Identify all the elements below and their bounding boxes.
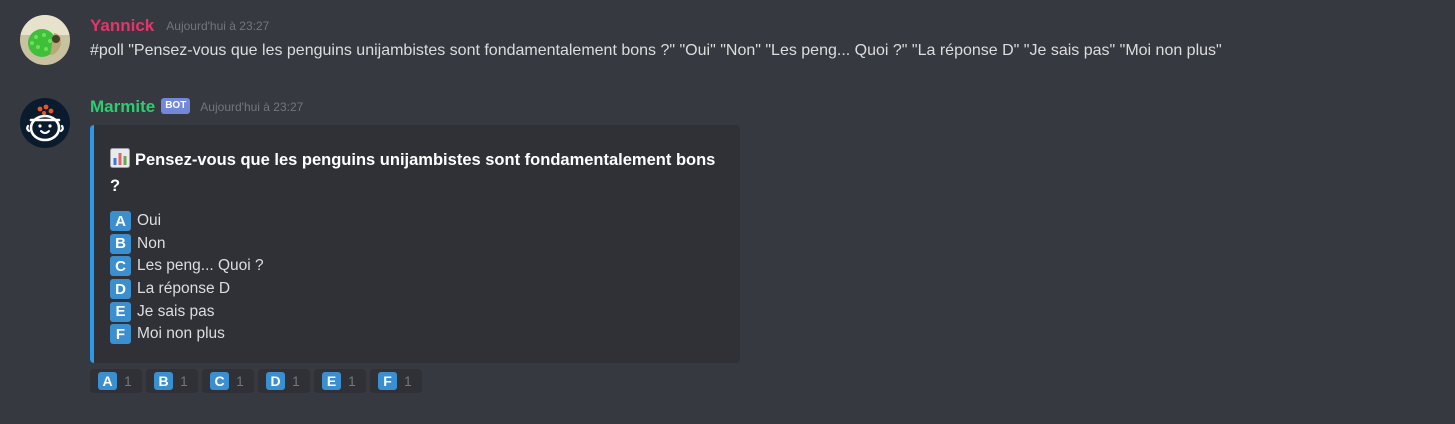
poll-option-b: B Non xyxy=(110,233,264,256)
username[interactable]: Marmite xyxy=(90,97,155,117)
option-label: Non xyxy=(137,234,166,252)
reaction-count: 1 xyxy=(124,373,132,389)
reaction-e[interactable]: E 1 xyxy=(314,369,366,393)
letter-b-icon: B xyxy=(110,233,131,254)
message-header: Marmite BOT Aujourd'hui à 23:27 xyxy=(90,96,303,118)
letter-e-icon: E xyxy=(322,372,341,390)
username[interactable]: Yannick xyxy=(90,16,154,36)
reaction-a[interactable]: A 1 xyxy=(90,369,142,393)
reaction-count: 1 xyxy=(236,373,244,389)
avatar-image xyxy=(20,98,70,148)
poll-option-d: D La réponse D xyxy=(110,278,264,301)
letter-c-icon: C xyxy=(210,372,229,390)
reaction-f[interactable]: F 1 xyxy=(370,369,422,393)
letter-b-icon: B xyxy=(154,372,173,390)
reaction-count: 1 xyxy=(180,373,188,389)
poll-title-text: Pensez-vous que les penguins unijambiste… xyxy=(110,151,716,195)
letter-f-icon: F xyxy=(378,372,397,390)
option-label: Oui xyxy=(137,212,162,230)
poll-options: A Oui B Non C Les peng... Quoi ? D La ré… xyxy=(110,210,264,346)
reaction-d[interactable]: D 1 xyxy=(258,369,310,393)
avatar[interactable] xyxy=(20,98,70,148)
letter-a-icon: A xyxy=(110,211,131,232)
letter-c-icon: C xyxy=(110,256,131,277)
avatar[interactable] xyxy=(20,15,70,65)
bar-chart-icon xyxy=(110,148,130,168)
letter-e-icon: E xyxy=(110,301,131,322)
message-marmite: Marmite BOT Aujourd'hui à 23:27 Pensez-v… xyxy=(0,84,1455,424)
letter-a-icon: A xyxy=(98,372,117,390)
reactions-bar: A 1 B 1 C 1 D 1 E 1 F 1 xyxy=(90,369,426,393)
poll-option-e: E Je sais pas xyxy=(110,300,264,323)
timestamp: Aujourd'hui à 23:27 xyxy=(166,19,270,33)
reaction-count: 1 xyxy=(292,373,300,389)
option-label: Moi non plus xyxy=(137,325,225,343)
chat-messages: Yannick Aujourd'hui à 23:27 #poll "Pense… xyxy=(0,0,1455,424)
option-label: La réponse D xyxy=(137,280,231,298)
reaction-b[interactable]: B 1 xyxy=(146,369,198,393)
poll-option-f: F Moi non plus xyxy=(110,323,264,346)
reaction-count: 1 xyxy=(348,373,356,389)
option-label: Les peng... Quoi ? xyxy=(137,257,264,275)
poll-embed: Pensez-vous que les penguins unijambiste… xyxy=(90,125,740,363)
option-label: Je sais pas xyxy=(137,302,215,320)
letter-f-icon: F xyxy=(110,324,131,345)
message-header: Yannick Aujourd'hui à 23:27 xyxy=(90,15,269,37)
timestamp: Aujourd'hui à 23:27 xyxy=(200,100,304,114)
poll-title: Pensez-vous que les penguins unijambiste… xyxy=(110,147,720,199)
bot-tag: BOT xyxy=(161,98,191,114)
poll-option-c: C Les peng... Quoi ? xyxy=(110,255,264,278)
letter-d-icon: D xyxy=(110,279,131,300)
poll-option-a: A Oui xyxy=(110,210,264,233)
reaction-c[interactable]: C 1 xyxy=(202,369,254,393)
message-content: #poll "Pensez-vous que les penguins unij… xyxy=(90,42,1222,59)
avatar-image xyxy=(20,15,70,65)
message-yannick: Yannick Aujourd'hui à 23:27 #poll "Pense… xyxy=(0,0,1455,84)
reaction-count: 1 xyxy=(404,373,412,389)
letter-d-icon: D xyxy=(266,372,285,390)
